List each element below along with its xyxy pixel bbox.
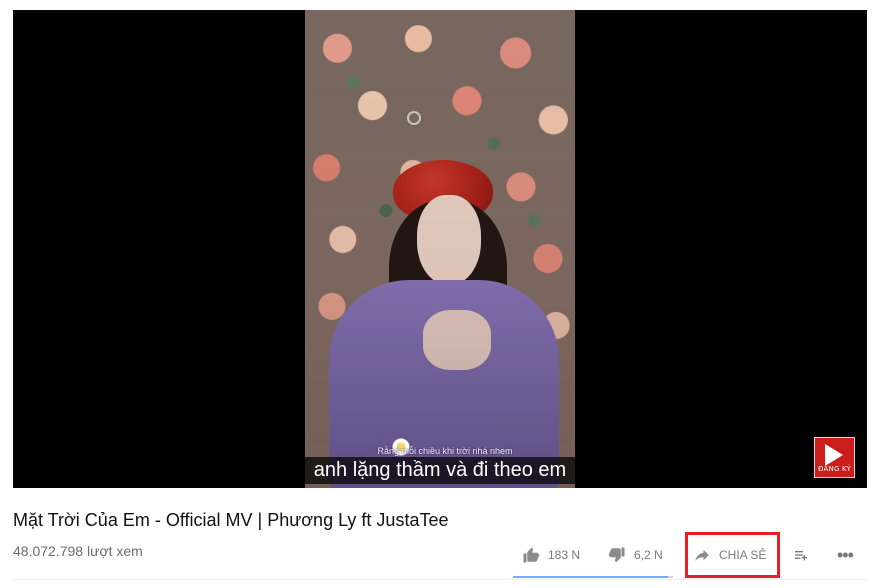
video-player[interactable]: Rằng mỗi chiều khi trời nhá nhem anh lặn…	[13, 10, 867, 488]
like-count: 183 N	[548, 548, 581, 562]
subscribe-button[interactable]: ĐĂNG KÝ	[814, 437, 855, 478]
dislike-button[interactable]: 6,2 N	[608, 545, 663, 565]
more-options-icon[interactable]: •••	[837, 546, 857, 564]
add-to-playlist-icon[interactable]	[792, 547, 810, 563]
like-button[interactable]: 183 N	[522, 545, 580, 565]
sentiment-fill	[513, 576, 668, 578]
view-count: 48.072.798 lượt xem	[13, 543, 143, 559]
sentiment-bar	[513, 576, 673, 578]
video-title: Mặt Trời Của Em - Official MV | Phương L…	[13, 510, 449, 530]
dislike-count: 6,2 N	[634, 548, 663, 562]
subtitle-main: anh lặng thầm và đi theo em	[305, 457, 575, 484]
thumb-down-icon	[608, 547, 625, 563]
thumb-up-icon	[523, 547, 540, 563]
video-frame[interactable]: Rằng mỗi chiều khi trời nhá nhem anh lặn…	[305, 10, 575, 488]
subtitle-small: Rằng mỗi chiều khi trời nhá nhem	[377, 446, 513, 456]
swirl-icon	[407, 111, 421, 125]
share-highlight-box	[685, 532, 780, 578]
video-vignette	[305, 10, 575, 488]
play-icon	[825, 444, 843, 466]
divider	[13, 579, 867, 580]
subscribe-label: ĐĂNG KÝ	[817, 465, 852, 473]
